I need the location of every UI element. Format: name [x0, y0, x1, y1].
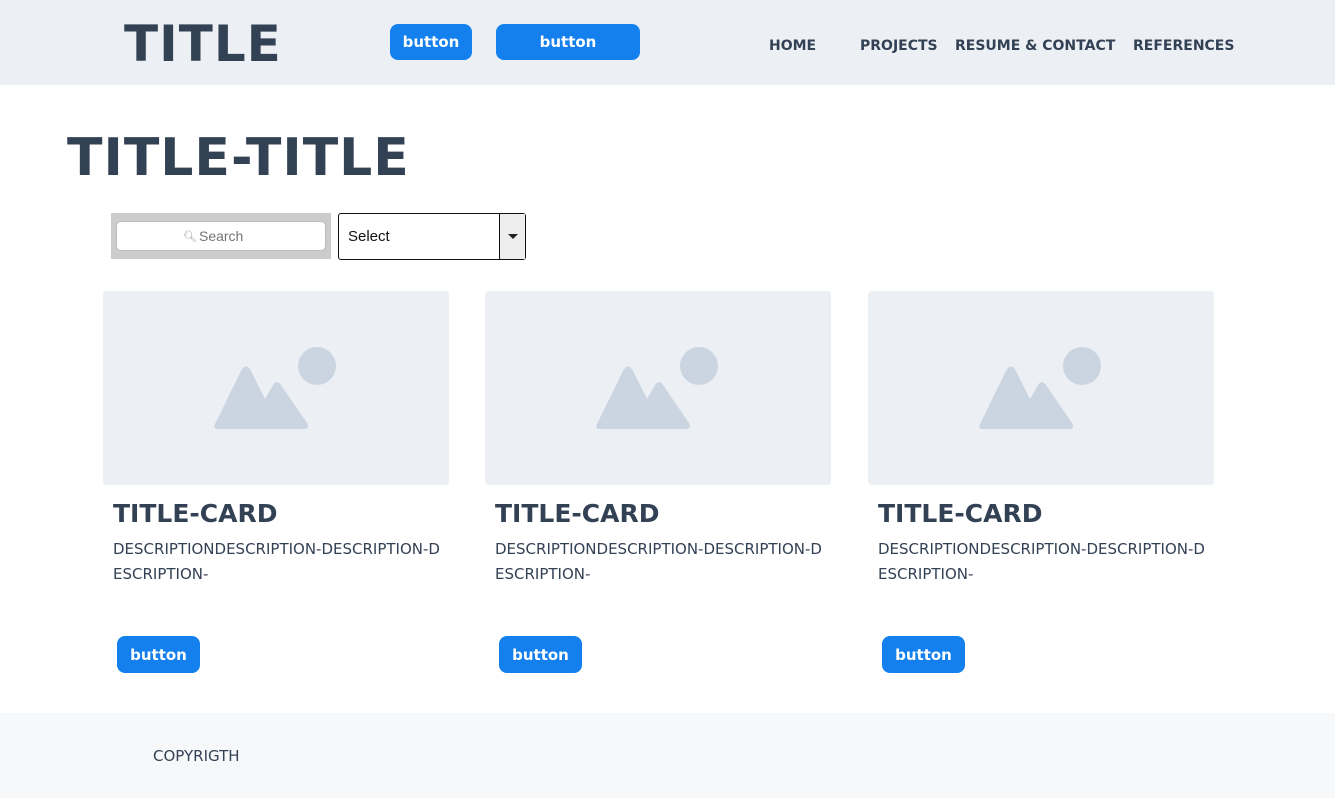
page-title: TITLE-TITLE: [67, 128, 410, 188]
brand-title: TITLE: [124, 15, 282, 73]
image-placeholder-icon: [596, 347, 718, 429]
nav-projects[interactable]: PROJECTS: [860, 37, 938, 55]
footer: COPYRIGTH: [0, 713, 1335, 798]
card-description: DESCRIPTIONDESCRIPTION-DESCRIPTION-DESCR…: [113, 540, 440, 583]
project-card: TITLE-CARD DESCRIPTIONDESCRIPTION-DESCRI…: [485, 291, 831, 681]
card-button[interactable]: button: [117, 636, 200, 673]
card-title: TITLE-CARD: [878, 499, 1043, 528]
card-button[interactable]: button: [499, 636, 582, 673]
search-icon: 🔍︎: [183, 230, 197, 243]
search-input[interactable]: [198, 228, 259, 244]
card-description: DESCRIPTIONDESCRIPTION-DESCRIPTION-DESCR…: [878, 540, 1205, 583]
card-image: [868, 291, 1214, 485]
image-placeholder-icon: [979, 347, 1101, 429]
card-image: [103, 291, 449, 485]
nav-home[interactable]: HOME: [769, 37, 816, 55]
card-title: TITLE-CARD: [495, 499, 660, 528]
card-description: DESCRIPTIONDESCRIPTION-DESCRIPTION-DESCR…: [495, 540, 822, 583]
project-card: TITLE-CARD DESCRIPTIONDESCRIPTION-DESCRI…: [868, 291, 1214, 681]
header-button-1[interactable]: button: [390, 24, 472, 60]
project-card: TITLE-CARD DESCRIPTIONDESCRIPTION-DESCRI…: [103, 291, 449, 681]
header: TITLE button button HOME PROJECTS RESUME…: [0, 0, 1335, 85]
image-placeholder-icon: [214, 347, 336, 429]
select-value: Select: [348, 228, 390, 245]
nav-references[interactable]: REFERENCES: [1133, 37, 1234, 55]
filter-select[interactable]: Select: [338, 213, 526, 260]
search-container: 🔍︎: [111, 213, 331, 259]
card-image: [485, 291, 831, 485]
card-title: TITLE-CARD: [113, 499, 278, 528]
select-arrow[interactable]: [499, 214, 525, 259]
search-box[interactable]: 🔍︎: [116, 221, 326, 251]
card-button[interactable]: button: [882, 636, 965, 673]
header-button-2[interactable]: button: [496, 24, 640, 60]
caret-down-icon: [507, 234, 518, 239]
copyright-text: COPYRIGTH: [153, 747, 240, 765]
nav-resume-contact[interactable]: RESUME & CONTACT: [955, 37, 1115, 55]
